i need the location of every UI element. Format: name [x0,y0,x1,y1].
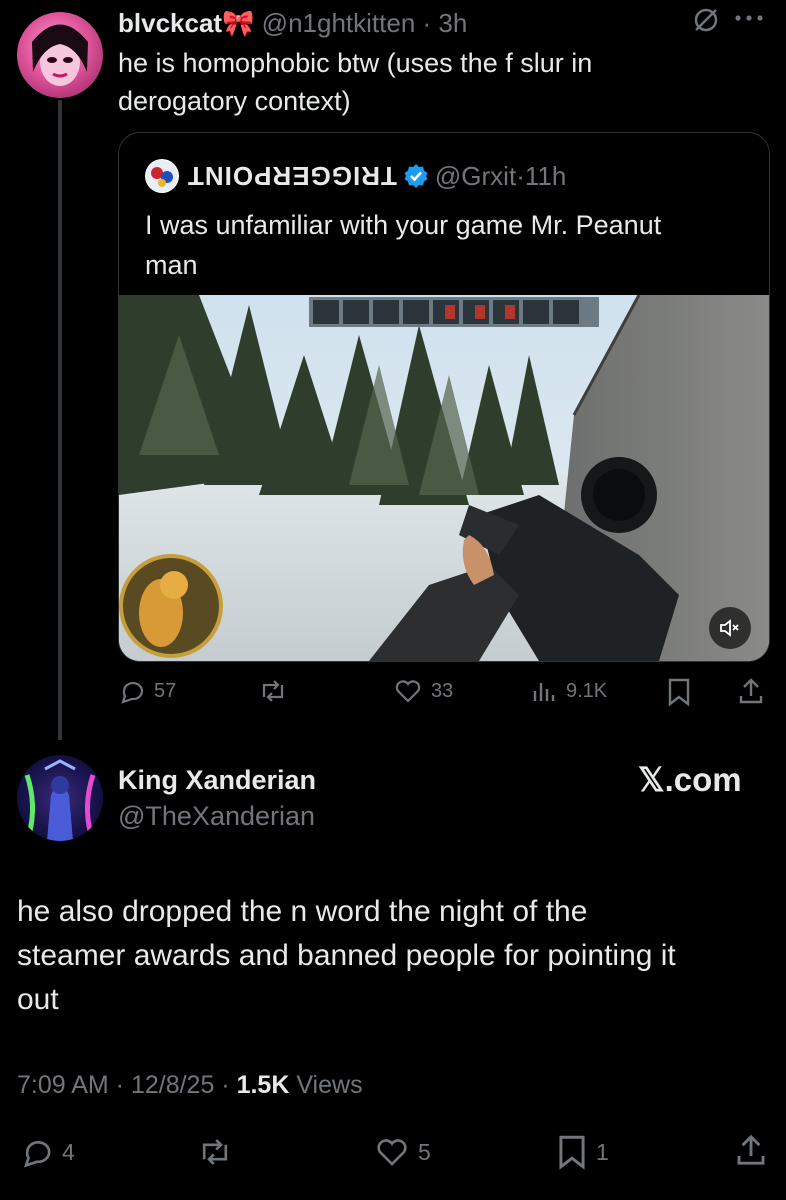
repost-button[interactable] [197,1135,233,1169]
like-count: 5 [418,1138,431,1165]
tweet2-text-line: he also dropped the n word the night of … [17,895,588,928]
xcom-watermark: 𝕏.com [638,761,742,798]
handle[interactable]: @n1ghtkitten [262,8,416,38]
quote-handle[interactable]: @Grxit [435,159,516,193]
like-icon [377,1139,407,1166]
reply-icon [23,1141,51,1168]
avatar-art [24,759,96,841]
avatar-xanderian[interactable] [17,755,103,841]
quote-text: I was unfamiliar with your game Mr. Pean… [145,205,661,285]
views-icon [533,683,555,701]
quote-header: TRIGGERPOINT @Grxit · 11h [187,159,566,193]
reply-count: 4 [62,1138,75,1165]
quote-time[interactable]: 11h [525,159,566,193]
reply-icon [121,681,144,704]
quote-display-name[interactable]: TRIGGERPOINT [187,159,397,193]
tweet2-meta: 7:09 AM · 12/8/25 · 1.5K Views [17,1068,363,1102]
tweet1-header: blvckcat🎀 @n1ghtkitten · 3h [118,8,467,38]
repost-button[interactable] [258,677,288,705]
thread-line [58,100,62,740]
tweet1-text-line: derogatory context) [118,86,351,116]
share-button[interactable] [734,1132,768,1168]
quote-text-line: man [145,250,198,280]
like-button[interactable]: 33 [393,677,453,705]
separator-dot: · [415,8,439,38]
more-icon[interactable] [734,14,764,22]
tweet2-text-line: steamer awards and banned people for poi… [17,939,676,972]
quoted-tweet[interactable]: TRIGGERPOINT @Grxit · 11h I was unfamili… [118,132,770,662]
repost-icon [262,680,284,702]
tweet2-text-line: out [17,983,59,1016]
like-button[interactable]: 5 [374,1135,431,1169]
views-button[interactable]: 9.1K [532,677,607,705]
tweet2-display-name[interactable]: King Xanderian [118,764,316,796]
views-label: Views [289,1071,363,1099]
avatar-art [32,24,88,86]
like-icon [395,680,421,703]
tweet2-handle[interactable]: @TheXanderian [118,800,315,832]
reply-button[interactable]: 57 [118,677,176,705]
quote-text-line: I was unfamiliar with your game Mr. Pean… [145,210,662,240]
share-button[interactable] [737,676,765,706]
bookmark-icon [559,1135,585,1170]
timestamp[interactable]: 7:09 AM · 12/8/25 · [17,1071,237,1099]
separator-dot: · [516,161,525,191]
like-count: 33 [431,679,454,702]
bookmark-icon [668,678,690,707]
bookmark-button[interactable] [666,677,692,707]
quote-video[interactable] [119,295,769,661]
bookmark-button[interactable]: 1 [556,1133,609,1171]
post-time[interactable]: 3h [438,8,467,38]
views-count: 9.1K [566,679,608,702]
tweet1-text-line: he is homophobic btw (uses the f slur in [118,48,593,78]
verified-badge-icon [403,163,429,189]
repost-icon [202,1139,228,1165]
reply-count: 57 [154,679,177,702]
tweet1-text: he is homophobic btw (uses the f slur in… [118,44,592,120]
reply-button[interactable]: 4 [20,1135,75,1169]
display-name[interactable]: blvckcat🎀 [118,8,254,38]
avatar-triggerpoint[interactable] [145,159,179,193]
share-icon [737,1134,765,1165]
mute-icon[interactable] [692,6,720,34]
tweet2-text: he also dropped the n word the night of … [17,890,676,1022]
avatar-blvckcat[interactable] [17,12,103,98]
views-total: 1.5K [236,1071,290,1099]
share-icon [739,678,763,704]
volume-muted-icon[interactable] [709,607,751,649]
video-frame [119,295,769,661]
bookmark-count: 1 [596,1138,609,1165]
